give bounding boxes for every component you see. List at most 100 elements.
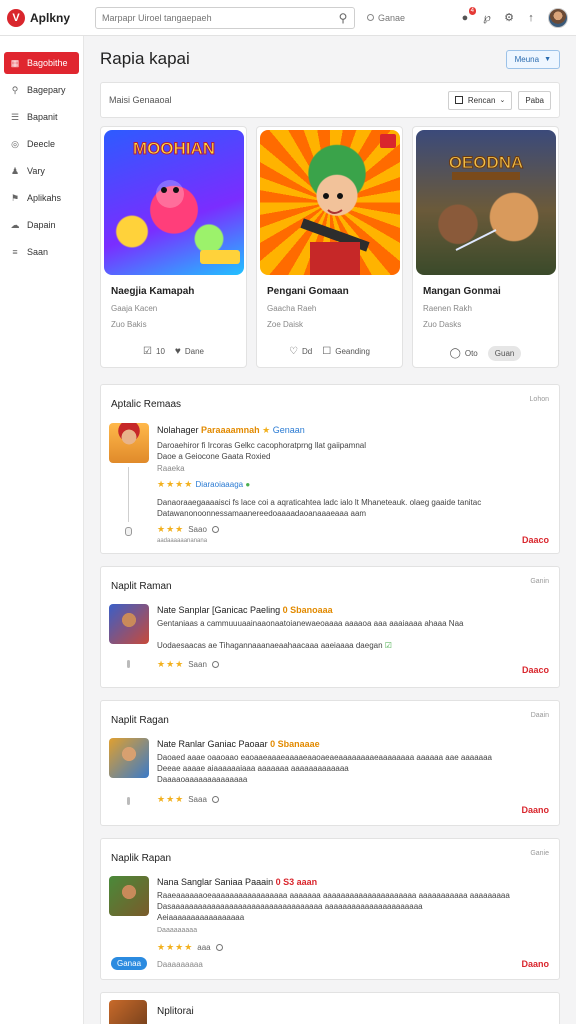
review-text: Dasaaaaaaaaaaaaaaaaaaaaaaaaaaaaaaaaaa aa…: [157, 902, 423, 911]
featured-card[interactable]: OEODNA Mangan Gonmai Raenen Rakh Zuo Das…: [412, 126, 559, 368]
review-text-line: Uodaesaacas ae Tihagannaaanaeaahaacaaa a…: [157, 641, 383, 650]
chat-icon[interactable]: ◯: [450, 348, 461, 359]
review-text: Gentaniaas a cammuuuaainaaonaatoianewaeo…: [157, 619, 464, 628]
reply-button[interactable]: Daaco: [522, 535, 549, 545]
featured-card[interactable]: Pengani Gomaan Gaacha Raeh Zoe Daisk ♡ D…: [256, 126, 403, 368]
vote-pill[interactable]: Guan: [487, 346, 522, 361]
game-art: OEODNA: [448, 153, 524, 251]
reviewer-tag: Paraaaamnah: [201, 425, 260, 435]
featured-card[interactable]: MOOHIAN Naegjia Kamapah Gaaja Kacen Zuo …: [100, 126, 247, 368]
sidebar-item-4[interactable]: ♟ Vary: [4, 160, 79, 182]
heart-icon[interactable]: ♥: [175, 346, 181, 357]
check-icon: ●: [245, 480, 251, 489]
game-thumbnail[interactable]: MOOHIAN: [104, 130, 244, 275]
rating-row: ★★★ Saan: [157, 659, 219, 670]
layers-icon: ≡: [12, 247, 18, 257]
reviewer-avatar[interactable]: [109, 423, 149, 463]
search-icon[interactable]: ⚲: [332, 11, 354, 25]
user-avatar[interactable]: [548, 7, 568, 28]
rating-value: Saan: [188, 660, 207, 669]
filter-sort-button[interactable]: Rencan ⌄: [447, 90, 513, 110]
review-text: Danaoraaegaaaaisci fs lace coi a aqratic…: [157, 498, 482, 507]
app-name: Aplkny: [30, 10, 71, 25]
language-label: Ganae: [378, 12, 406, 23]
upload-icon[interactable]: ↑: [522, 9, 540, 27]
top-icons: ● 4 ℘ ⚙ ↑: [452, 6, 568, 28]
reviewer-badge[interactable]: Ganaa: [111, 957, 148, 970]
badge-caption: Daaaaaaaaa: [157, 960, 203, 969]
sidebar-item-3[interactable]: ◎ Deecle: [4, 133, 79, 155]
share-icon[interactable]: ℘: [478, 9, 496, 27]
card-title: Pengani Gomaan: [267, 286, 349, 297]
reviewer-avatar[interactable]: [109, 604, 149, 644]
card-actions: ☑ 10 ♥ Dane: [101, 346, 246, 357]
like-label: Dane: [184, 347, 204, 356]
sidebar-item-2[interactable]: ☰ Bapanit: [4, 106, 79, 128]
card-actions: ◯ Oto Guan: [413, 346, 558, 361]
game-art: MOOHIAN: [132, 139, 240, 264]
reply-button[interactable]: Daano: [521, 805, 549, 815]
review-text: Datawanonoonnessamaanereedoaaaadaoanaaae…: [157, 509, 367, 518]
info-icon[interactable]: [211, 796, 219, 803]
app-logo[interactable]: V Aplkny: [7, 8, 91, 27]
card-title: Mangan Gonmai: [423, 286, 501, 297]
thread-line: [128, 467, 129, 522]
sidebar-item-1[interactable]: ⚲ Bagepary: [4, 79, 79, 101]
search-input[interactable]: [96, 12, 332, 23]
sidebar-item-label: Bagobithe: [27, 58, 68, 68]
reviewer-avatar[interactable]: [109, 738, 149, 778]
chat-icon[interactable]: ☑: [143, 346, 152, 357]
review-text: Daoe a Geiocone Gaata Roxied: [157, 452, 271, 461]
card-meta: Zuo Dasks: [423, 320, 462, 329]
sidebar-item-7[interactable]: ≡ Saan: [4, 241, 79, 263]
thread-dot: [127, 797, 130, 805]
sidebar-item-label: Deecle: [27, 139, 56, 149]
card-actions: ♡ Dd ☐ Geanding: [257, 346, 402, 357]
reply-button[interactable]: Daaco: [522, 665, 549, 675]
featured-cards: MOOHIAN Naegjia Kamapah Gaaja Kacen Zuo …: [100, 126, 560, 368]
reviewer-avatar[interactable]: [109, 876, 149, 916]
reply-button[interactable]: Daano: [521, 959, 549, 969]
info-icon[interactable]: [211, 526, 219, 533]
game-tag-shape: [200, 250, 240, 264]
game-thumbnail[interactable]: [260, 130, 400, 275]
reviewer-name[interactable]: Nate Sanplar [Ganicac Paeling: [157, 605, 280, 615]
reviewer-badge: Genaan: [272, 425, 305, 435]
tag-icon: ⚑: [10, 192, 20, 203]
notification-icon[interactable]: ● 4: [456, 6, 476, 27]
filter-label: Maisi Genaaoal: [109, 95, 172, 105]
language-selector[interactable]: Ganae: [367, 13, 405, 23]
heart-icon[interactable]: ♡: [289, 346, 298, 357]
header-button-label: Meuna: [514, 54, 540, 64]
card-subtitle: Gaacha Raeh: [267, 304, 317, 313]
game-thumbnail[interactable]: OEODNA: [416, 130, 556, 275]
filter-page-button[interactable]: Paba: [518, 90, 551, 110]
like-count: Dd: [302, 347, 313, 356]
review-section: Naplit Ragan Daain Nate Ranlar Ganiac Pa…: [100, 700, 560, 826]
thread-dot: [127, 660, 130, 668]
review-section: Aptalic Remaas Lohon Nolahager Paraaaamn…: [100, 384, 560, 554]
filter-bar: Maisi Genaaoal Rencan ⌄ Paba: [100, 82, 560, 118]
reviewer-tag: 0 S3 aaan: [275, 877, 318, 887]
section-title: Naplit Raman: [111, 581, 172, 592]
sidebar-item-0[interactable]: ▦ Bagobithe: [4, 52, 79, 74]
review-text: Deeae aaaae aiaaaaaaiaaa aaaaaaa aaaaaaa…: [157, 764, 349, 773]
sidebar-item-6[interactable]: ☁ Dapain: [4, 214, 79, 236]
settings-icon[interactable]: ⚙: [500, 9, 518, 27]
chat-icon[interactable]: ☐: [322, 346, 331, 357]
info-icon[interactable]: [211, 661, 219, 668]
reviewer-name[interactable]: Nolahager: [157, 425, 199, 435]
review-text: Uodaesaacas ae Tihagannaaanaeaahaacaaa a…: [157, 641, 392, 650]
sidebar: ▦ Bagobithe ⚲ Bagepary ☰ Bapanit ◎ Deecl…: [0, 36, 84, 1024]
page-title: Rapia kapai: [100, 49, 190, 68]
header-dropdown-button[interactable]: Meuna ▼: [505, 49, 560, 69]
grid-icon: ▦: [10, 57, 20, 68]
reviewer-name[interactable]: Nana Sanglar Saniaa Paaain: [157, 877, 273, 887]
reviewer-avatar[interactable]: [109, 1000, 147, 1024]
reviewer-name[interactable]: Nate Ranlar Ganiac Paoaar: [157, 739, 268, 749]
section-meta: Ganin: [530, 578, 549, 585]
sidebar-item-5[interactable]: ⚑ Aplikahs: [4, 187, 79, 209]
chevron-down-icon: ⌄: [499, 97, 506, 104]
info-icon[interactable]: [215, 944, 223, 951]
rating-stars: ★★★: [157, 659, 185, 669]
